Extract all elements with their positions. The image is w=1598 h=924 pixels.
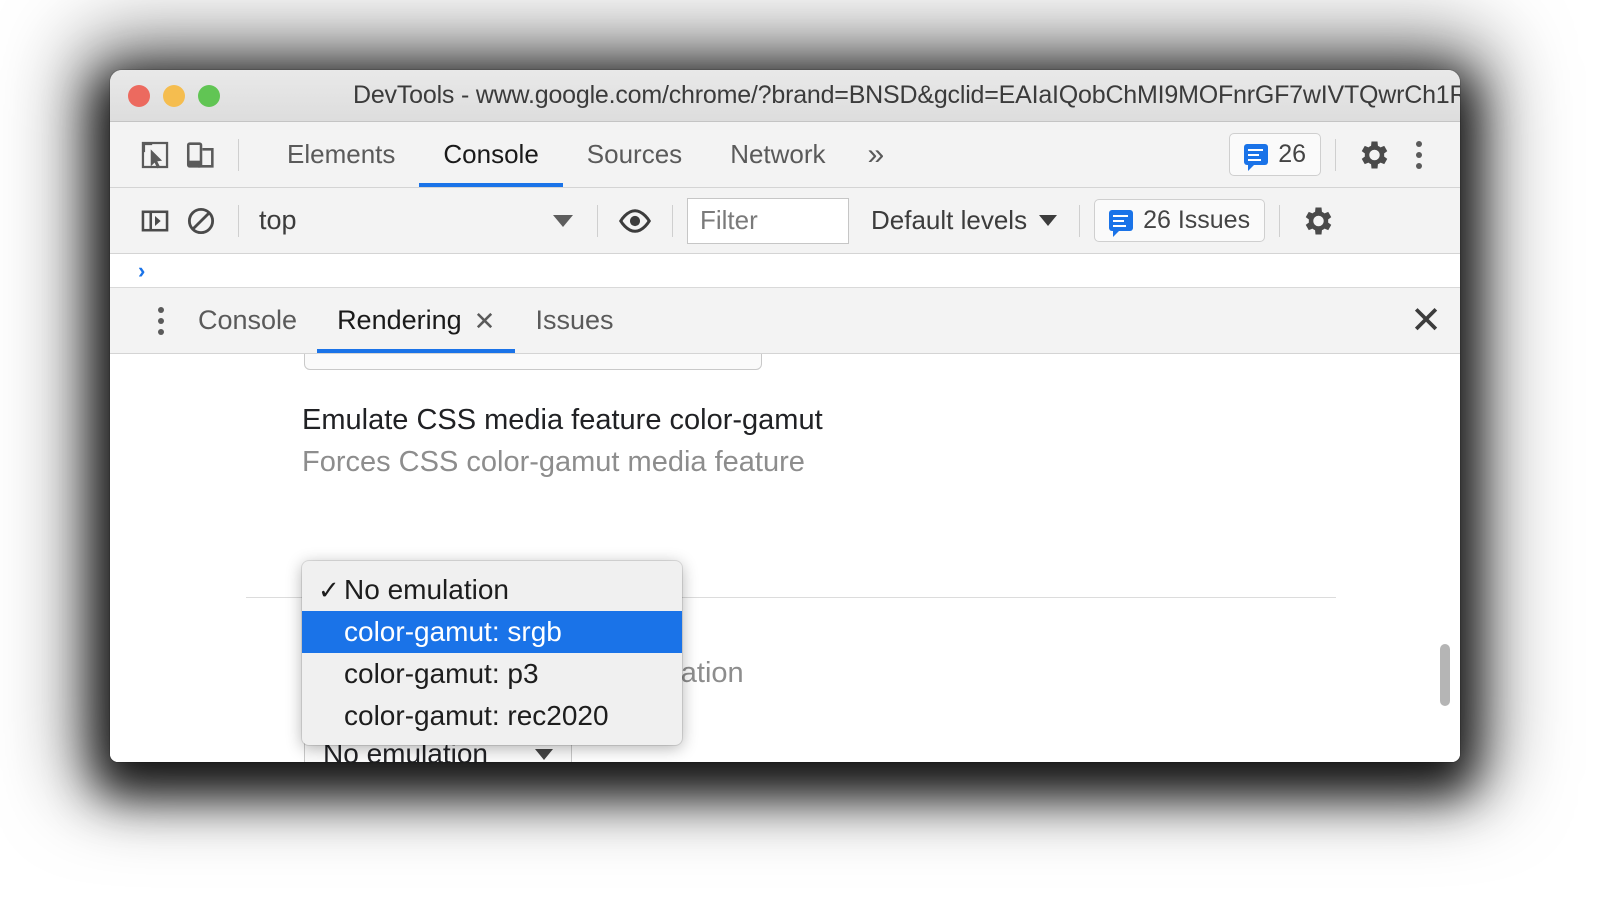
toolbar-divider <box>238 138 239 171</box>
devtools-main-toolbar: Elements Console Sources Network » 26 <box>110 122 1460 188</box>
menu-item-srgb[interactable]: color-gamut: srgb <box>302 611 682 653</box>
rendering-panel-scrollbar[interactable] <box>1438 354 1452 762</box>
gear-icon[interactable] <box>1294 198 1340 244</box>
execution-context-select[interactable]: top <box>253 199 583 243</box>
drawer-tab-issues[interactable]: Issues <box>515 288 633 353</box>
panel-tabs: Elements Console Sources Network » <box>263 122 902 187</box>
issues-counter-button[interactable]: 26 <box>1229 133 1321 176</box>
toolbar-divider-2 <box>1335 138 1336 171</box>
more-tabs-button[interactable]: » <box>850 122 903 187</box>
issues-bar-label: 26 Issues <box>1143 206 1251 234</box>
more-tabs-label: » <box>867 137 885 171</box>
previous-setting-select-cutoff[interactable] <box>304 354 762 370</box>
filterbar-divider-4 <box>1079 204 1081 237</box>
menu-item-srgb-label: color-gamut: srgb <box>344 616 562 647</box>
drawer-tab-console[interactable]: Console <box>178 288 317 353</box>
tab-network-label: Network <box>730 139 826 169</box>
menu-item-rec2020[interactable]: color-gamut: rec2020 <box>302 695 682 737</box>
drawer-tab-issues-label: Issues <box>535 305 614 335</box>
chevron-down-icon <box>553 214 573 227</box>
inspect-cursor-icon[interactable] <box>132 132 178 178</box>
device-toolbar-icon[interactable] <box>178 132 224 178</box>
tab-sources-label: Sources <box>586 139 683 169</box>
close-drawer-button[interactable]: ✕ <box>1410 302 1442 340</box>
issue-speech-bubble-icon <box>1244 144 1269 171</box>
window-title: DevTools - www.google.com/chrome/?brand=… <box>353 81 1460 109</box>
drawer-tabbar: Console Rendering ✕ Issues ✕ <box>110 288 1460 354</box>
issue-speech-bubble-icon <box>1109 210 1134 237</box>
console-sidebar-icon[interactable] <box>132 198 178 244</box>
execution-context-value: top <box>259 205 297 235</box>
kebab-menu-icon[interactable] <box>1396 132 1442 178</box>
filterbar-divider-5 <box>1279 204 1281 237</box>
filterbar-divider-3 <box>672 204 673 237</box>
tab-elements-label: Elements <box>287 139 396 169</box>
filterbar-divider <box>238 204 239 237</box>
clear-console-icon[interactable] <box>178 198 224 244</box>
drawer-tab-console-label: Console <box>198 305 298 335</box>
drawer-more-options-icon[interactable] <box>144 298 178 344</box>
devtools-window: DevTools - www.google.com/chrome/?brand=… <box>110 70 1460 762</box>
log-level-label: Default levels <box>871 205 1028 235</box>
tab-console[interactable]: Console <box>419 122 564 187</box>
menu-item-rec2020-label: color-gamut: rec2020 <box>344 700 609 731</box>
menu-item-p3-label: color-gamut: p3 <box>344 658 539 689</box>
menu-item-p3[interactable]: color-gamut: p3 <box>302 653 682 695</box>
scrollbar-thumb[interactable] <box>1440 644 1450 706</box>
console-prompt-row[interactable]: › <box>110 254 1460 288</box>
live-expression-icon[interactable] <box>612 198 658 244</box>
check-icon: ✓ <box>318 574 340 605</box>
filter-input[interactable]: Filter <box>687 197 849 244</box>
chevron-down-icon <box>535 748 553 760</box>
close-tab-icon[interactable]: ✕ <box>474 308 496 334</box>
tab-console-label: Console <box>443 139 539 169</box>
tab-elements[interactable]: Elements <box>263 122 419 187</box>
drawer-tab-rendering-label: Rendering <box>337 305 462 335</box>
console-filter-toolbar: top Filter Default levels 26 Issues <box>110 188 1460 254</box>
issues-count-label: 26 <box>1278 140 1306 168</box>
color-gamut-setting-title: Emulate CSS media feature color-gamut <box>302 404 823 436</box>
issues-bar-button[interactable]: 26 Issues <box>1094 199 1266 242</box>
color-gamut-setting-subtitle: Forces CSS color-gamut media feature <box>302 446 805 478</box>
window-titlebar: DevTools - www.google.com/chrome/?brand=… <box>110 70 1460 122</box>
menu-item-no-emulation[interactable]: ✓ No emulation <box>302 569 682 611</box>
tab-sources[interactable]: Sources <box>563 122 706 187</box>
color-gamut-dropdown-menu[interactable]: ✓ No emulation color-gamut: srgb color-g… <box>302 561 682 745</box>
filterbar-divider-2 <box>597 204 598 237</box>
drawer-tab-rendering[interactable]: Rendering ✕ <box>317 288 516 353</box>
filter-placeholder: Filter <box>700 205 758 235</box>
tab-network[interactable]: Network <box>706 122 849 187</box>
screenshot-stage: DevTools - www.google.com/chrome/?brand=… <box>0 0 1598 924</box>
gear-icon[interactable] <box>1350 132 1396 178</box>
log-level-select[interactable]: Default levels <box>871 205 1058 236</box>
chevron-down-icon <box>1039 215 1058 226</box>
prompt-chevron-icon: › <box>138 257 146 283</box>
menu-item-no-emulation-label: No emulation <box>344 574 509 605</box>
